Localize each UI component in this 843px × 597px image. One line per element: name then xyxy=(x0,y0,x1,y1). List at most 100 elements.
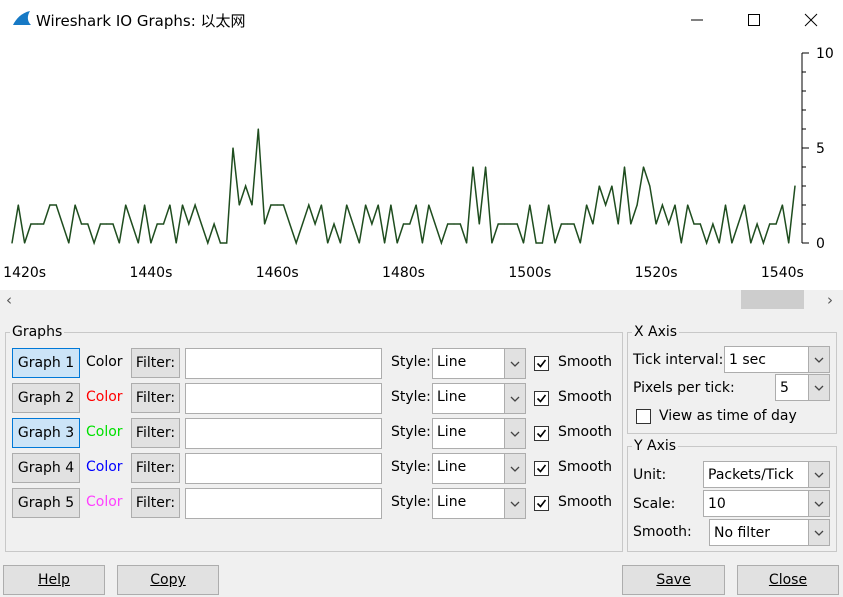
scroll-right-icon[interactable]: › xyxy=(827,291,833,309)
graph-5-filter-input[interactable] xyxy=(185,488,382,519)
graph-1-label: Graph 1 xyxy=(17,355,75,371)
graph-5-filter-label: Filter: xyxy=(135,495,176,511)
graph-5-smooth-label: Smooth xyxy=(558,494,613,510)
scale-select[interactable]: 10 xyxy=(703,490,830,517)
graph-2-filter-button[interactable]: Filter: xyxy=(131,383,180,413)
window-title: Wireshark IO Graphs: 以太网 xyxy=(36,12,246,30)
close-window-button[interactable] xyxy=(782,0,840,40)
graph-5-button[interactable]: Graph 5 xyxy=(12,488,80,518)
scroll-left-icon[interactable]: ‹ xyxy=(6,291,12,309)
graph-1-color-label[interactable]: Color xyxy=(86,354,123,370)
close-button[interactable]: Close xyxy=(737,565,839,595)
data-point xyxy=(503,223,506,225)
graph-4-style-value: Line xyxy=(437,459,467,475)
graph-4-color-label[interactable]: Color xyxy=(86,459,123,475)
graph-3-smooth-checkbox[interactable] xyxy=(534,426,549,441)
horizontal-scrollbar[interactable]: ‹ › xyxy=(0,290,843,310)
chevron-down-icon xyxy=(814,472,824,478)
graph-2-color-label[interactable]: Color xyxy=(86,389,123,405)
graph-3-style-select[interactable]: Line xyxy=(432,418,526,449)
graph-3-color-label[interactable]: Color xyxy=(86,424,123,440)
data-point xyxy=(289,223,291,225)
chevron-down-icon xyxy=(814,385,824,391)
data-point xyxy=(516,223,518,225)
data-point xyxy=(207,242,209,244)
tick-interval-value: 1 sec xyxy=(729,352,766,368)
unit-dropdown[interactable] xyxy=(808,462,829,487)
data-point xyxy=(762,242,765,244)
minimize-button[interactable] xyxy=(668,0,726,40)
tick-interval-dropdown[interactable] xyxy=(808,347,829,372)
data-point xyxy=(327,242,329,244)
graph-5-filter-button[interactable]: Filter: xyxy=(131,488,180,518)
scale-dropdown[interactable] xyxy=(808,491,829,516)
data-point xyxy=(118,242,120,244)
data-point xyxy=(630,223,632,225)
graph-5-smooth-checkbox[interactable] xyxy=(534,496,549,511)
graph-2-smooth-checkbox[interactable] xyxy=(534,391,549,406)
data-point xyxy=(352,223,354,225)
graph-4-filter-button[interactable]: Filter: xyxy=(131,453,180,483)
time-of-day-checkbox[interactable] xyxy=(636,409,651,424)
graph-1-filter-label: Filter: xyxy=(135,355,176,371)
scrollbar-thumb[interactable] xyxy=(741,290,804,309)
copy-button[interactable]: Copy xyxy=(117,565,219,595)
data-point xyxy=(478,223,480,225)
graph-2-style-dropdown[interactable] xyxy=(504,384,525,413)
graph-3-style-value: Line xyxy=(437,424,467,440)
graph-1-smooth-checkbox[interactable] xyxy=(534,356,549,371)
data-point xyxy=(87,223,89,225)
y-smooth-dropdown[interactable] xyxy=(808,520,829,545)
graph-5-style-dropdown[interactable] xyxy=(504,489,525,518)
maximize-button[interactable] xyxy=(725,0,783,40)
graph-4-style-select[interactable]: Line xyxy=(432,453,526,484)
graph-3-button[interactable]: Graph 3 xyxy=(12,418,80,448)
data-point xyxy=(775,223,777,225)
data-point xyxy=(49,204,51,206)
graph-3-filter-button[interactable]: Filter: xyxy=(131,418,180,448)
save-button[interactable]: Save xyxy=(622,565,725,595)
graph-3-label: Graph 3 xyxy=(17,425,75,441)
tick-interval-select[interactable]: 1 sec xyxy=(724,346,830,373)
data-point xyxy=(731,242,733,244)
graph-3-style-dropdown[interactable] xyxy=(504,419,525,448)
y-tick-label: 0 xyxy=(816,236,825,252)
data-point xyxy=(661,204,663,206)
data-point xyxy=(573,223,575,225)
graph-4-button[interactable]: Graph 4 xyxy=(12,453,80,483)
unit-select[interactable]: Packets/Tick xyxy=(703,461,830,488)
data-point xyxy=(169,204,171,206)
data-point xyxy=(93,242,95,244)
graph-4-smooth-checkbox[interactable] xyxy=(534,461,549,476)
data-point xyxy=(365,204,367,206)
data-point xyxy=(383,242,386,244)
data-point xyxy=(642,166,645,168)
graph-1-filter-input[interactable] xyxy=(185,348,382,379)
graph-5-color-label[interactable]: Color xyxy=(86,494,123,510)
data-point xyxy=(156,223,158,225)
graph-2-filter-input[interactable] xyxy=(185,383,382,414)
graph-4-filter-input[interactable] xyxy=(185,453,382,484)
data-point xyxy=(497,223,499,225)
data-point xyxy=(181,204,184,206)
graphs-legend: Graphs xyxy=(12,324,63,340)
data-point xyxy=(282,204,285,206)
help-button[interactable]: Help xyxy=(3,565,105,595)
chevron-down-icon xyxy=(510,466,520,472)
chevron-down-icon xyxy=(510,361,520,367)
data-point xyxy=(125,204,127,206)
graph-1-style-dropdown[interactable] xyxy=(504,349,525,378)
graph-2-button[interactable]: Graph 2 xyxy=(12,383,80,413)
graph-1-button[interactable]: Graph 1 xyxy=(12,348,80,378)
graph-2-style-select[interactable]: Line xyxy=(432,383,526,414)
pixels-per-tick-select[interactable]: 5 xyxy=(775,374,830,401)
graph-1-filter-button[interactable]: Filter: xyxy=(131,348,180,378)
y-smooth-select[interactable]: No filter xyxy=(709,519,830,546)
graph-1-style-select[interactable]: Line xyxy=(432,348,526,379)
graph-5-style-select[interactable]: Line xyxy=(432,488,526,519)
graph-4-style-dropdown[interactable] xyxy=(504,454,525,483)
graph-3-filter-input[interactable] xyxy=(185,418,382,449)
pixels-per-tick-dropdown[interactable] xyxy=(808,375,829,400)
data-point xyxy=(131,223,133,225)
data-point xyxy=(687,204,689,206)
